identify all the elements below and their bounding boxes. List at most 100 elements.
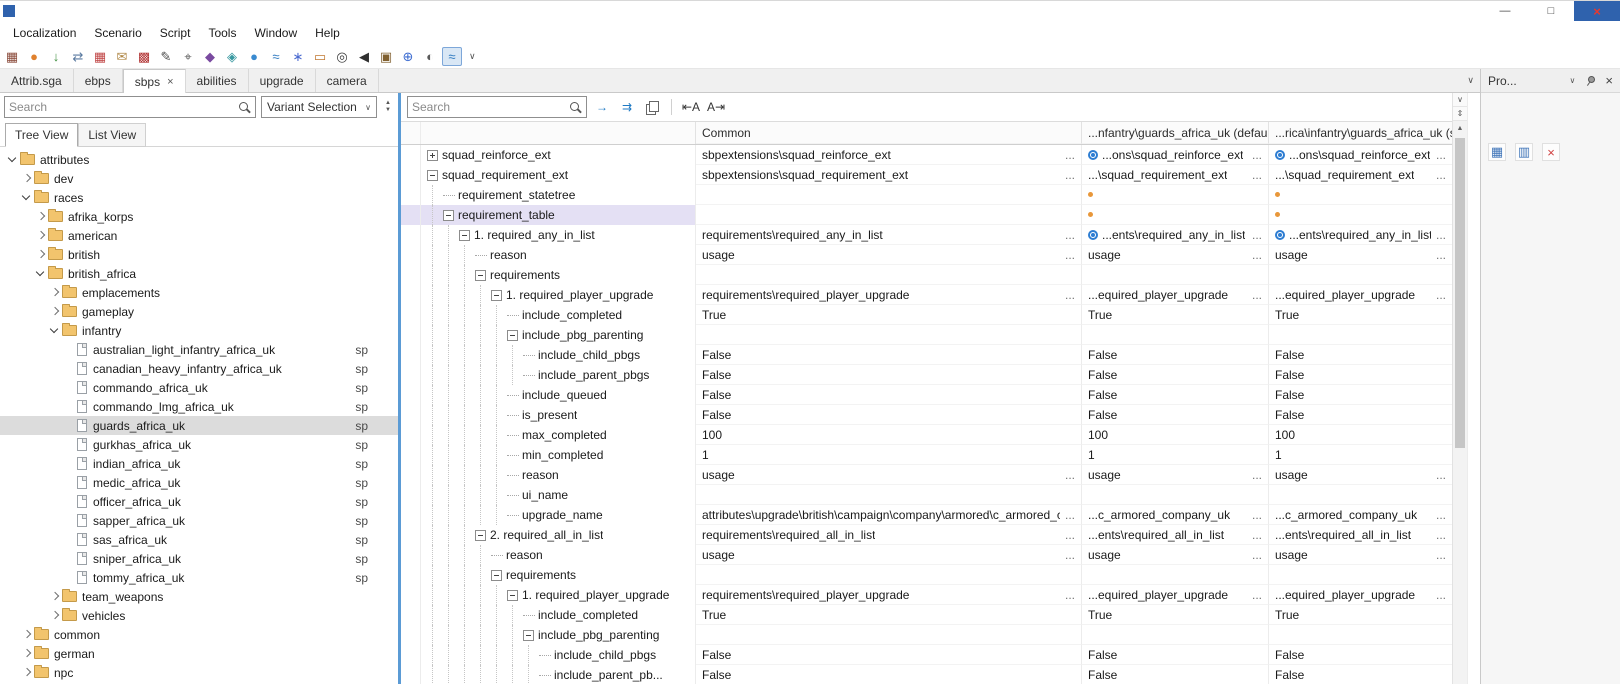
compare-view-icon[interactable]: ▦ — [1488, 143, 1506, 161]
checker-icon[interactable]: ▩ — [134, 47, 154, 66]
chevron-right-icon[interactable] — [20, 172, 33, 185]
more-button[interactable]: ... — [1247, 588, 1262, 602]
more-button[interactable]: ... — [1247, 528, 1262, 542]
table-row-include-parent-pb[interactable]: include_parent_pb... False False False — [401, 665, 1452, 684]
tree-item-team-weapons[interactable]: team_weapons — [0, 587, 398, 606]
more-button[interactable]: ... — [1060, 148, 1075, 162]
tab-tree-view[interactable]: Tree View — [5, 123, 79, 147]
tree-item-guards-africa-uk[interactable]: guards_africa_uk sp — [0, 416, 398, 435]
red-grid-icon[interactable]: ▦ — [90, 47, 110, 66]
variant-selection-dropdown[interactable]: Variant Selection ∨ — [261, 96, 377, 118]
scrollbar-thumb[interactable] — [1455, 138, 1465, 448]
scrollbar-track[interactable] — [1453, 136, 1467, 684]
expand-all-icon[interactable]: A⇥ — [706, 97, 726, 117]
spline-tool-icon[interactable]: ≈ — [442, 47, 462, 66]
menu-item-tools[interactable]: Tools — [199, 23, 245, 43]
tree-item-common[interactable]: common — [0, 625, 398, 644]
tree-item-german[interactable]: german — [0, 644, 398, 663]
toolbar-overflow-chevron-icon[interactable]: ∨ — [464, 51, 481, 62]
tree-item-attributes[interactable]: attributes — [0, 150, 398, 169]
table-row-include-queued[interactable]: include_queued False False False — [401, 385, 1452, 405]
chevron-right-icon[interactable] — [20, 647, 33, 660]
more-button[interactable]: ... — [1247, 468, 1262, 482]
chevron-right-icon[interactable] — [20, 666, 33, 679]
gem-icon[interactable]: ◈ — [222, 47, 242, 66]
zoom-target-icon[interactable]: ◎ — [332, 47, 352, 66]
tree-item-afrika-korps[interactable]: afrika_korps — [0, 207, 398, 226]
clear-red-icon[interactable]: × — [1542, 143, 1560, 161]
expander-icon[interactable] — [443, 209, 454, 221]
droplet-icon[interactable]: ● — [244, 47, 264, 66]
tree-item-emplacements[interactable]: emplacements — [0, 283, 398, 302]
chevron-right-icon[interactable] — [48, 305, 61, 318]
table-row-include-completed[interactable]: include_completed True True True — [401, 605, 1452, 625]
close-tab-icon[interactable]: × — [167, 76, 173, 88]
expander-icon[interactable] — [523, 629, 534, 641]
table-row-squad-reinforce-ext[interactable]: squad_reinforce_ext sbpextensions\squad_r… — [401, 145, 1452, 165]
terrain-orb-icon[interactable]: ● — [24, 47, 44, 66]
menu-item-window[interactable]: Window — [245, 23, 306, 43]
maximize-button[interactable]: □ — [1528, 1, 1574, 21]
add-circle-icon[interactable]: ⊕ — [398, 47, 418, 66]
tray-icon[interactable]: ▭ — [310, 47, 330, 66]
tree-item-british-africa[interactable]: british_africa — [0, 264, 398, 283]
tree-item-races[interactable]: races — [0, 188, 398, 207]
tree-item-commando-lmg-africa-uk[interactable]: commando_lmg_africa_uk sp — [0, 397, 398, 416]
table-row-include-completed[interactable]: include_completed True True True — [401, 305, 1452, 325]
duplicate-icon[interactable] — [642, 97, 662, 117]
more-button[interactable]: ... — [1431, 168, 1446, 182]
tree-item-american[interactable]: american — [0, 226, 398, 245]
table-row-requirement-table[interactable]: requirement_table — [401, 205, 1452, 225]
more-button[interactable]: ... — [1247, 508, 1262, 522]
variant-spinner[interactable]: ▲ ▼ — [382, 96, 394, 118]
snowflake-icon[interactable]: ∗ — [288, 47, 308, 66]
expander-icon[interactable] — [459, 229, 470, 241]
chevron-down-icon[interactable] — [6, 153, 19, 166]
table-row-requirement-statetree[interactable]: requirement_statetree — [401, 185, 1452, 205]
shield-icon[interactable]: ◆ — [200, 47, 220, 66]
table-row-requirements[interactable]: requirements — [401, 265, 1452, 285]
table-row-squad-requirement-ext[interactable]: squad_requirement_ext sbpextensions\squad… — [401, 165, 1452, 185]
more-button[interactable]: ... — [1247, 548, 1262, 562]
table-row-2-required-all-in-list[interactable]: 2. required_all_in_list requirements\requ… — [401, 525, 1452, 545]
menu-item-script[interactable]: Script — [151, 23, 200, 43]
tab-sbps[interactable]: sbps × — [122, 69, 186, 93]
sidebar-search-input[interactable] — [9, 100, 238, 114]
editor-search-input[interactable] — [412, 100, 569, 114]
find-all-icon[interactable]: ⇉ — [617, 97, 637, 117]
collapse-all-icon[interactable]: ⇤A — [681, 97, 701, 117]
tree-item-npc[interactable]: npc — [0, 663, 398, 682]
chevron-right-icon[interactable] — [34, 248, 47, 261]
frame-icon[interactable]: ▣ — [376, 47, 396, 66]
vertical-scrollbar[interactable]: ∨ ⇕ ▲ — [1452, 93, 1467, 684]
column-header-sp-variant[interactable]: ...rica\infantry\guards_africa_uk (sp) — [1269, 122, 1452, 144]
tree-item-australian-light-infantry-africa-uk[interactable]: australian_light_infantry_africa_uk sp — [0, 340, 398, 359]
collapse-panel-icon[interactable]: ∨ — [1453, 93, 1467, 107]
more-button[interactable]: ... — [1431, 588, 1446, 602]
chevron-right-icon[interactable] — [34, 229, 47, 242]
waves-icon[interactable]: ≈ — [266, 47, 286, 66]
chevron-right-icon[interactable] — [48, 590, 61, 603]
tree-item-gameplay[interactable]: gameplay — [0, 302, 398, 321]
more-button[interactable]: ... — [1060, 288, 1075, 302]
tree-item-gurkhas-africa-uk[interactable]: gurkhas_africa_uk sp — [0, 435, 398, 454]
more-button[interactable]: ... — [1431, 508, 1446, 522]
more-button[interactable]: ... — [1431, 228, 1446, 242]
tree-item-indian-africa-uk[interactable]: indian_africa_uk sp — [0, 454, 398, 473]
more-button[interactable]: ... — [1431, 288, 1446, 302]
sync-scroll-icon[interactable]: ⇕ — [1453, 107, 1467, 121]
chevron-right-icon[interactable] — [48, 286, 61, 299]
tab-camera[interactable]: camera — [316, 69, 379, 92]
scenario-grid-icon[interactable]: ▦ — [2, 47, 22, 66]
expander-icon[interactable] — [427, 149, 438, 161]
chevron-right-icon[interactable] — [34, 210, 47, 223]
tree-item-officer-africa-uk[interactable]: officer_africa_uk sp — [0, 492, 398, 511]
speaker-icon[interactable]: ◀ — [354, 47, 374, 66]
table-row-requirements[interactable]: requirements — [401, 565, 1452, 585]
tree-item-canadian-heavy-infantry-africa-uk[interactable]: canadian_heavy_infantry_africa_uk sp — [0, 359, 398, 378]
more-button[interactable]: ... — [1431, 248, 1446, 262]
edit-pencil-icon[interactable]: ✎ — [156, 47, 176, 66]
table-row-include-child-pbgs[interactable]: include_child_pbgs False False False — [401, 345, 1452, 365]
swap-arrows-icon[interactable]: ⇄ — [68, 47, 88, 66]
table-row-reason[interactable]: reason usage... usage... usage... — [401, 545, 1452, 565]
